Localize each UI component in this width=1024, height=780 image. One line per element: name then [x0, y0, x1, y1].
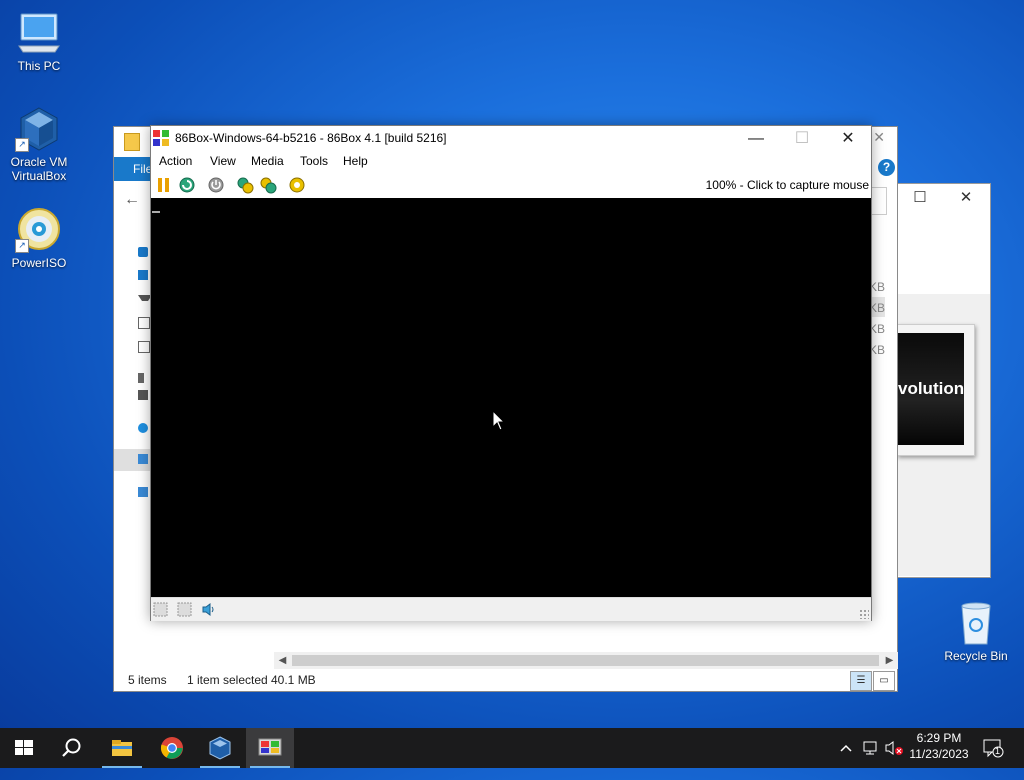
desktop-icon-label: Oracle VM VirtualBox [10, 155, 68, 183]
document-icon[interactable] [138, 317, 150, 329]
media-icon[interactable] [259, 176, 277, 194]
music-icon[interactable] [138, 373, 144, 383]
window-title: 86Box-Windows-64-b5216 - 86Box 4.1 [buil… [175, 131, 447, 145]
taskbar: 6:29 PM 11/23/2023 1 [0, 728, 1024, 768]
resize-grip-icon[interactable] [859, 609, 869, 619]
settings-icon[interactable] [236, 176, 254, 194]
horizontal-scrollbar[interactable]: ◀ ▶ [274, 652, 898, 669]
preview-card: volution [897, 324, 975, 456]
floppy-a-icon[interactable] [153, 602, 168, 617]
sound-icon[interactable] [201, 602, 216, 617]
floppy-b-icon[interactable] [177, 602, 192, 617]
menu-tools[interactable]: Tools [300, 154, 328, 168]
menu-help[interactable]: Help [343, 154, 368, 168]
start-icon [15, 740, 33, 755]
scroll-right-icon[interactable]: ▶ [881, 652, 898, 669]
shortcut-arrow-icon: ↗ [15, 239, 29, 253]
help-icon[interactable]: ? [878, 159, 895, 176]
emulator-screen[interactable] [151, 198, 871, 597]
reset-icon[interactable] [178, 176, 196, 194]
desktop-icon-this-pc[interactable]: This PC [1, 10, 77, 73]
close-button[interactable]: ✕ [943, 184, 989, 212]
desktop-icon-virtualbox[interactable]: ↗ Oracle VM VirtualBox [1, 106, 77, 183]
clock[interactable]: 6:29 PM 11/23/2023 [900, 730, 978, 762]
menu-view[interactable]: View [210, 154, 236, 168]
pause-icon[interactable] [155, 176, 173, 194]
virtualbox-icon: ↗ [15, 106, 63, 152]
86box-icon [258, 738, 282, 756]
scrollbar-thumb[interactable] [292, 655, 879, 666]
mouse-pointer-icon [492, 409, 506, 432]
menu-bar: Action View Media Tools Help [151, 151, 871, 172]
search-box[interactable] [872, 187, 887, 215]
virtualbox-icon [209, 736, 231, 760]
ribbon-tab-file[interactable]: File [114, 157, 154, 181]
start-button[interactable] [0, 728, 48, 768]
show-hidden-icons-icon[interactable] [838, 740, 854, 780]
nav-selected-row[interactable] [114, 449, 154, 471]
capture-mouse-status[interactable]: 100% - Click to capture mouse [706, 178, 869, 192]
this-pc-nav-icon[interactable] [138, 454, 148, 464]
taskbar-86box[interactable] [246, 728, 294, 768]
minimize-button[interactable]: — [733, 126, 779, 151]
status-selection: 1 item selected [187, 673, 268, 687]
onedrive-icon[interactable] [138, 423, 148, 433]
quick-access-icon[interactable] [138, 247, 148, 257]
background-window-titlebar: ☐ ✕ [897, 184, 990, 212]
status-item-count: 5 items [128, 673, 167, 687]
back-arrow-icon[interactable]: ← [124, 191, 140, 209]
maximize-button[interactable]: ☐ [897, 184, 943, 212]
notification-count: 1 [995, 746, 1001, 756]
menu-media[interactable]: Media [251, 154, 284, 168]
taskbar-file-explorer[interactable] [98, 728, 146, 768]
video-icon[interactable] [138, 390, 148, 400]
taskbar-virtualbox[interactable] [196, 728, 244, 768]
86box-window[interactable]: 86Box-Windows-64-b5216 - 86Box 4.1 [buil… [150, 125, 872, 621]
menu-action[interactable]: Action [159, 154, 192, 168]
preview-card-text: volution [898, 333, 964, 445]
disc-icon: ↗ [15, 207, 63, 253]
power-icon[interactable] [207, 176, 225, 194]
desktop-nav-icon[interactable] [138, 270, 148, 280]
shortcut-arrow-icon: ↗ [15, 138, 29, 152]
scroll-left-icon[interactable]: ◀ [274, 652, 291, 669]
search-icon [62, 738, 81, 757]
search-button[interactable] [48, 728, 96, 768]
text-cursor [152, 211, 160, 213]
86box-titlebar[interactable]: 86Box-Windows-64-b5216 - 86Box 4.1 [buil… [151, 126, 871, 151]
status-bar [151, 597, 871, 621]
close-button[interactable]: ✕ [825, 126, 871, 151]
desktop-icon-label: PowerISO [11, 256, 67, 270]
background-window[interactable]: ☐ ✕ volution [896, 183, 991, 578]
desktop-icon-label: Recycle Bin [944, 649, 1008, 663]
clock-time: 6:29 PM [916, 731, 962, 745]
computer-icon [15, 10, 63, 56]
close-icon[interactable]: ✕ [873, 129, 885, 146]
notification-icon [983, 739, 1004, 758]
desktop-icon-label: This PC [17, 59, 61, 73]
network-tray-icon[interactable] [862, 739, 880, 779]
folder-icon [124, 133, 140, 151]
file-explorer-icon [112, 740, 132, 756]
details-view-icon[interactable]: ☰ [850, 671, 872, 691]
large-icons-view-icon[interactable]: ▭ [873, 671, 895, 691]
chrome-icon [160, 737, 183, 759]
desktop-icon-recycle-bin[interactable]: Recycle Bin [938, 600, 1014, 663]
desktop-icon-poweriso[interactable]: ↗ PowerISO [1, 207, 77, 270]
status-size: 40.1 MB [271, 673, 316, 687]
taskbar-chrome[interactable] [148, 728, 196, 768]
toolbar: 100% - Click to capture mouse [151, 173, 871, 197]
document-icon[interactable] [138, 341, 150, 353]
recycle-bin-icon [952, 600, 1000, 646]
clock-date: 11/23/2023 [909, 747, 969, 761]
86box-app-icon [153, 130, 169, 146]
notifications-button[interactable]: 1 [982, 738, 1004, 778]
network-icon[interactable] [138, 487, 148, 497]
maximize-button[interactable]: ☐ [779, 126, 825, 151]
config-icon[interactable] [288, 176, 306, 194]
